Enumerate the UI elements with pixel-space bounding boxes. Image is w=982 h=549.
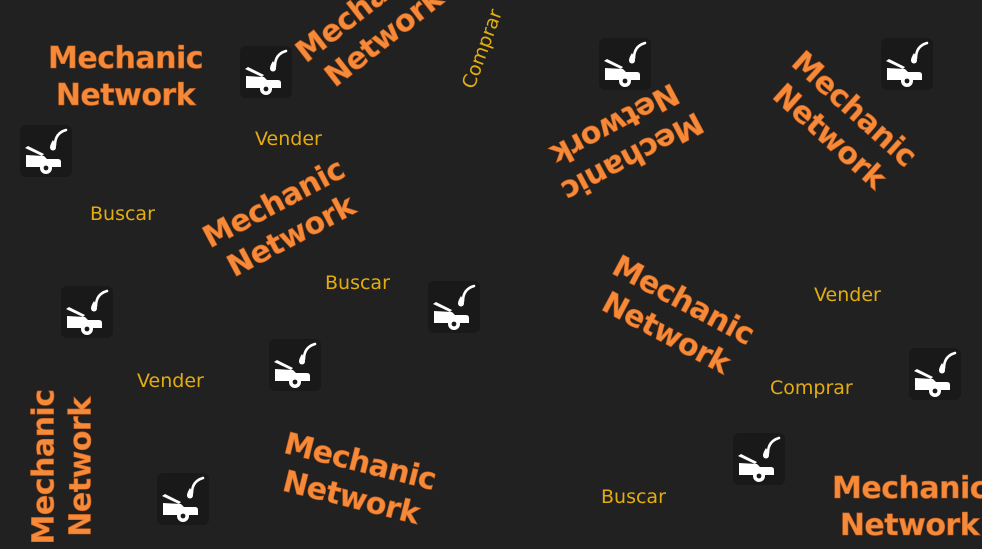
brand-line-1: Mechanic: [48, 41, 204, 77]
car-hood-oil-icon: [909, 348, 961, 400]
brand-line-1: Mechanic: [832, 471, 982, 507]
brand-logo: Mechanic Network: [832, 470, 982, 544]
car-hood-oil-icon: [881, 38, 933, 90]
car-hood-oil-icon: [20, 125, 72, 177]
car-hood-oil-icon: [269, 339, 321, 391]
pattern-background: Mechanic Network Mechanic Network Mechan…: [0, 0, 982, 549]
car-hood-oil-icon: [61, 286, 113, 338]
car-hood-oil-icon: [240, 46, 292, 98]
brand-logo: Mechanic Network: [48, 40, 204, 114]
vender-link[interactable]: Vender: [255, 128, 322, 150]
brand-line-2: Network: [55, 78, 196, 114]
car-hood-oil-icon: [157, 473, 209, 525]
brand-logo: Mechanic Network: [538, 71, 710, 209]
vender-link[interactable]: Vender: [137, 370, 204, 392]
brand-logo: Mechanic Network: [197, 151, 369, 289]
brand-line-2: Network: [839, 508, 980, 544]
vender-link[interactable]: Vender: [814, 284, 881, 306]
brand-line-2: Network: [63, 397, 99, 537]
car-hood-oil-icon: [599, 38, 651, 90]
car-hood-oil-icon: [428, 281, 480, 333]
brand-logo: Mechanic Network: [589, 248, 761, 386]
buscar-link[interactable]: Buscar: [601, 486, 666, 508]
comprar-link[interactable]: Comprar: [770, 377, 853, 399]
brand-logo: Mechanic Network: [26, 389, 100, 545]
brand-line-1: Mechanic: [26, 389, 62, 545]
buscar-link[interactable]: Buscar: [325, 272, 390, 294]
comprar-link[interactable]: Comprar: [458, 6, 507, 91]
car-hood-oil-icon: [733, 433, 785, 485]
buscar-link[interactable]: Buscar: [90, 203, 155, 225]
brand-logo: Mechanic Network: [271, 425, 440, 534]
brand-logo: Mechanic Network: [289, 0, 457, 100]
